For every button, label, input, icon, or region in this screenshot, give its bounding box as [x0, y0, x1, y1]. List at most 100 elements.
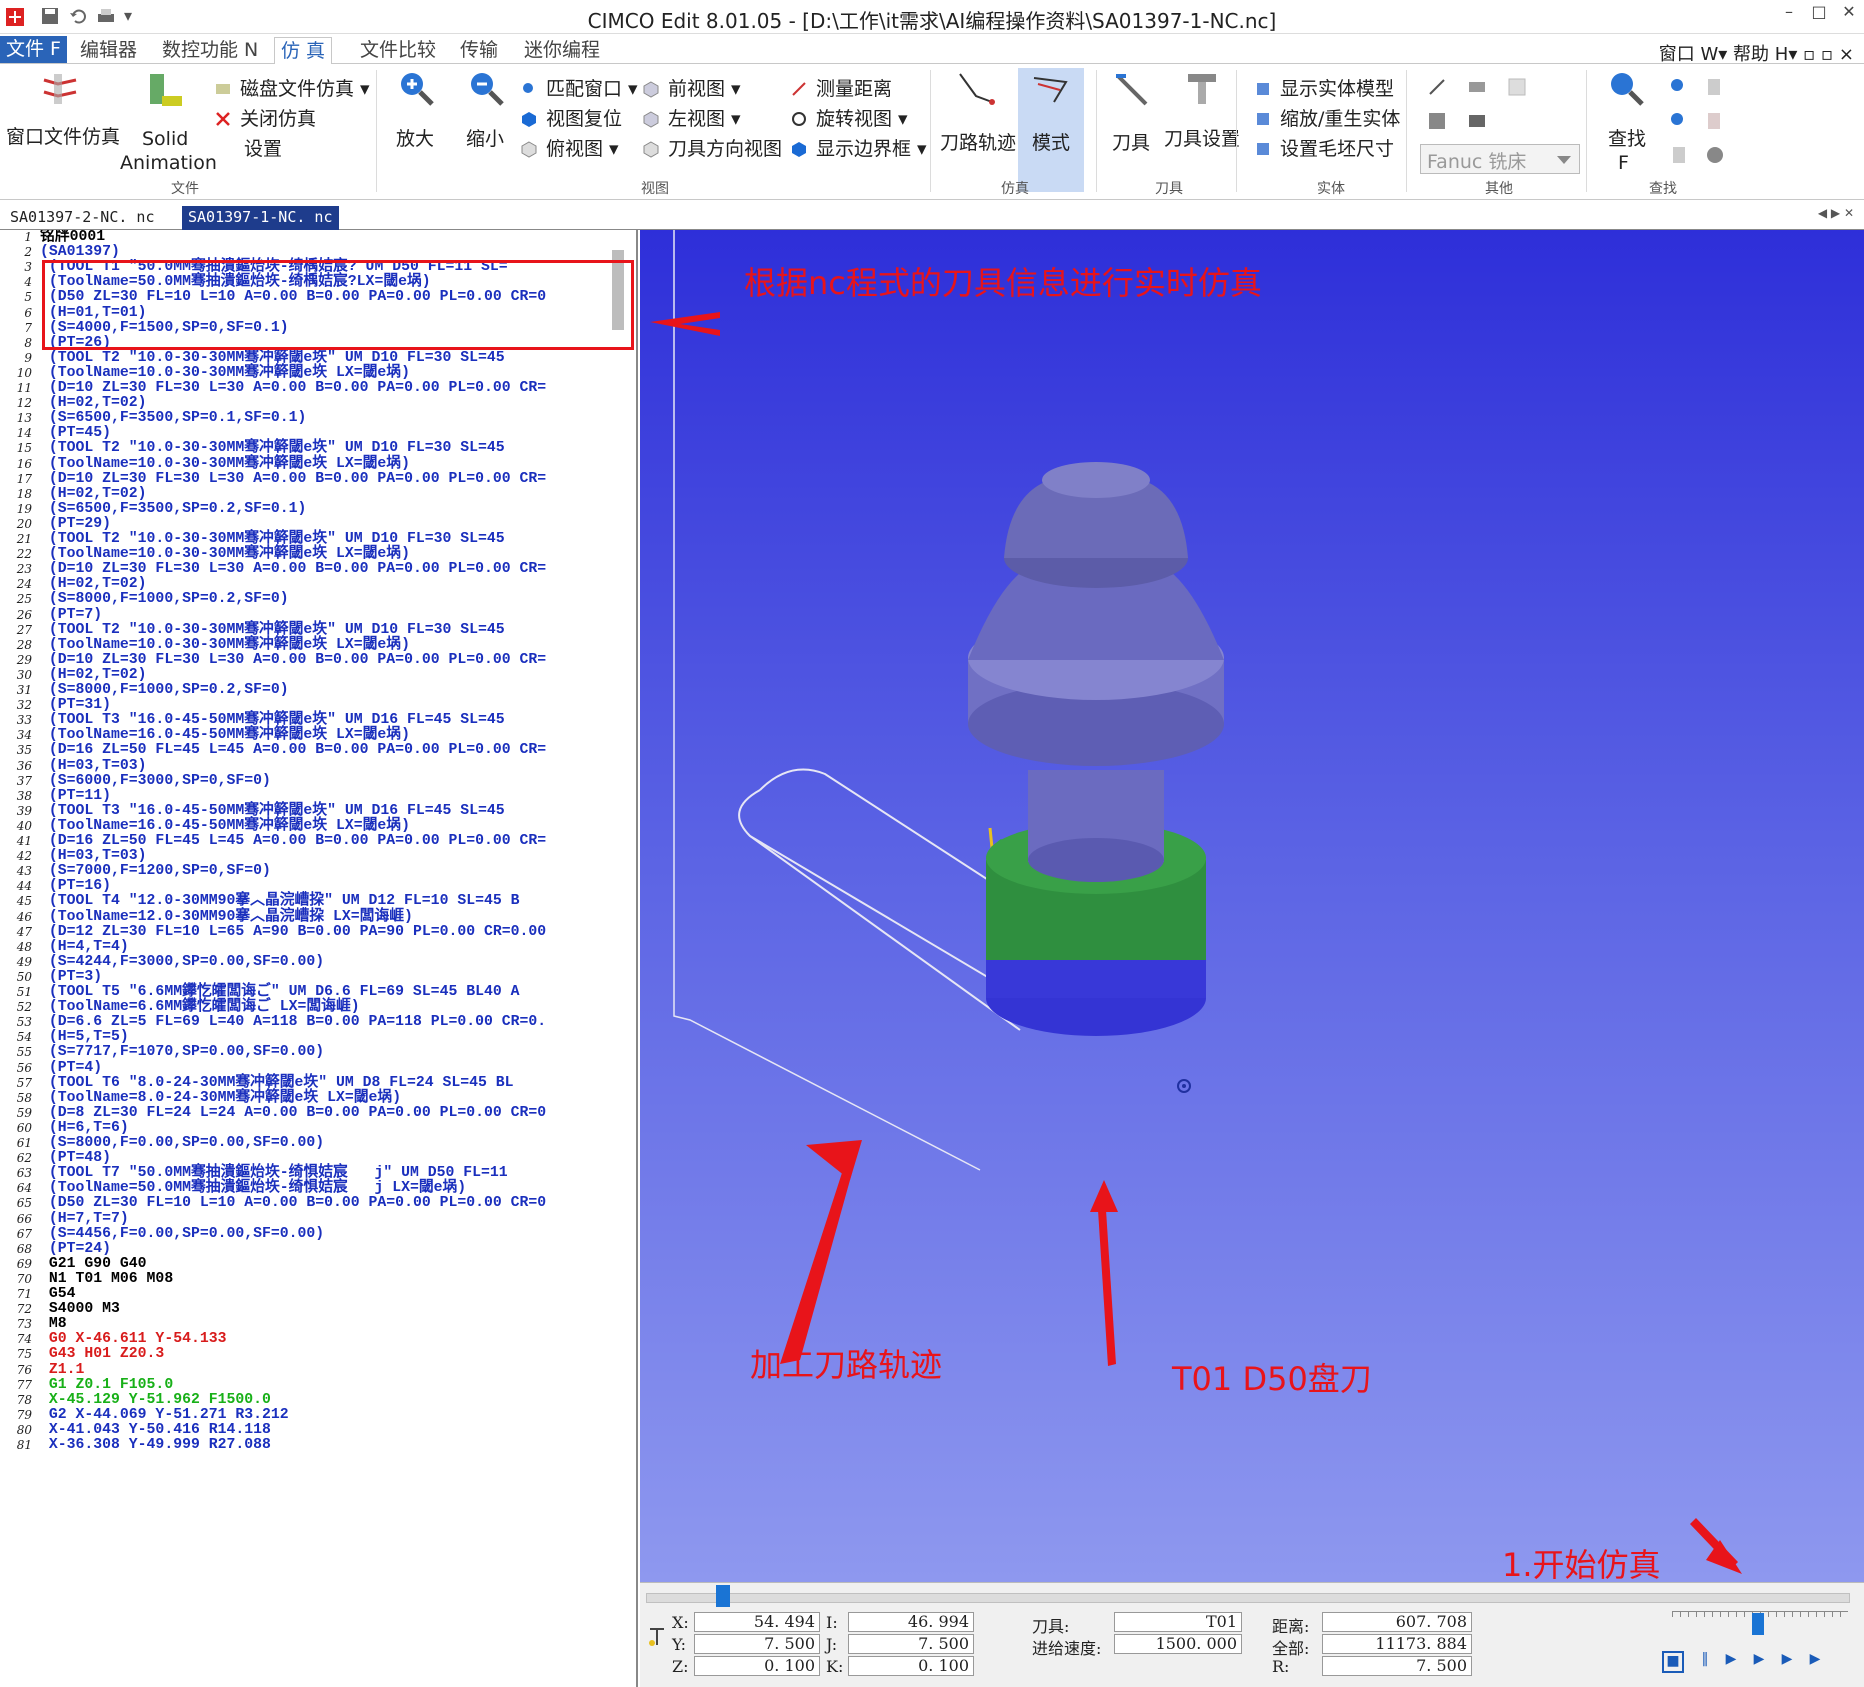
line-number: 30 [16, 667, 32, 682]
timeline-thumb[interactable] [716, 1585, 730, 1607]
line-number: 44 [16, 879, 32, 894]
tool-settings-button[interactable]: 刀具设置 [1164, 128, 1240, 150]
line-number: 1 [24, 230, 32, 244]
settings-button[interactable]: 设置 [214, 134, 282, 161]
tab-transfer[interactable]: 传输 [454, 37, 504, 63]
menu-window-help[interactable]: 窗口 W▾ 帮助 H▾ ▫ ▫ × [1659, 40, 1854, 66]
solid-animation-line2[interactable]: Animation [120, 152, 217, 174]
find-button-line2[interactable]: F [1618, 152, 1629, 174]
front-view-button[interactable]: 前视图 ▾ [642, 74, 741, 101]
speed-slider-thumb[interactable] [1752, 1613, 1764, 1635]
tab-file-compare[interactable]: 文件比较 [354, 37, 442, 63]
i-value: 46. 994 [848, 1612, 974, 1632]
doc-tab-sa01397-1[interactable]: SA01397-1-NC. nc [182, 206, 339, 230]
bookmark-icon[interactable] [1668, 144, 1690, 171]
front-view-label: 前视图 [668, 78, 726, 100]
other-tool-icon-3[interactable] [1506, 76, 1528, 103]
line-number: 50 [16, 969, 32, 984]
other-tool-icon-4[interactable] [1426, 110, 1448, 137]
machine-select[interactable]: Fanuc 铣床 [1420, 144, 1580, 174]
tab-nc-functions[interactable]: 数控功能 N [156, 37, 264, 63]
maximize-button[interactable]: □ [1804, 2, 1834, 28]
line-number: 40 [16, 818, 32, 833]
pause-button[interactable]: ‖ [1694, 1651, 1716, 1673]
fit-window-icon [520, 80, 538, 98]
line-number: 59 [16, 1105, 32, 1120]
tab-file[interactable]: 文件 F [0, 36, 67, 63]
zoom-regen-button[interactable]: 缩放/重生实体 [1254, 104, 1400, 131]
line-number: 37 [16, 773, 32, 788]
zoom-out-button[interactable]: 缩小 [466, 128, 504, 150]
reset-view-button[interactable]: 视图复位 [520, 104, 622, 131]
left-view-label: 左视图 [668, 108, 726, 130]
minimize-button[interactable]: – [1774, 2, 1804, 28]
group-separator [930, 70, 931, 192]
line-number: 60 [16, 1120, 32, 1135]
tab-simulation[interactable]: 仿 真 [274, 37, 333, 66]
show-solid-label: 显示实体模型 [1280, 78, 1395, 100]
line-number: 26 [16, 607, 32, 622]
zoom-in-button[interactable]: 放大 [396, 128, 434, 150]
annotation-tool-info: 根据nc程式的刀具信息进行实时仿真 [744, 264, 1262, 302]
goto-icon[interactable] [1704, 144, 1726, 171]
step-button[interactable]: ▶ [1748, 1651, 1770, 1673]
line-number: 46 [16, 909, 32, 924]
nc-code-editor[interactable]: 1 2 3 4 5 6 7 8 9 10 11 12 13 14 15 16 17 18 19 20 21 22 23 24 2… [0, 230, 638, 1687]
find-opt-icon[interactable] [1704, 76, 1726, 103]
other-tool-icon-2[interactable] [1466, 76, 1488, 103]
line-number: 17 [16, 471, 32, 486]
close-sim-button[interactable]: 关闭仿真 [214, 104, 316, 131]
top-view-label: 俯视图 [546, 138, 604, 160]
tab-mini-programming[interactable]: 迷你编程 [518, 37, 606, 63]
line-number: 21 [16, 532, 32, 546]
other-tool-icon-5[interactable] [1466, 110, 1488, 137]
find-next-icon[interactable] [1668, 76, 1690, 103]
code-line[interactable]: X-36.308 Y-49.999 R27.088 [40, 1436, 271, 1454]
step-end-button[interactable]: ▶ [1804, 1651, 1826, 1673]
line-number: 41 [16, 834, 32, 848]
document-tabs: SA01397-2-NC. nc SA01397-1-NC. nc ◀ ▶ ✕ [0, 200, 1864, 230]
simulation-timeline[interactable] [646, 1593, 1850, 1603]
line-number: 79 [16, 1407, 32, 1422]
line-number: 54 [16, 1030, 32, 1045]
find-button-line1[interactable]: 查找 [1608, 128, 1646, 150]
doc-tab-sa01397-2[interactable]: SA01397-2-NC. nc [4, 206, 161, 230]
play-button[interactable]: ▶ [1720, 1651, 1742, 1673]
left-view-button[interactable]: 左视图 ▾ [642, 104, 741, 131]
measure-icon [790, 80, 808, 98]
line-number: 78 [16, 1392, 32, 1407]
measure-button[interactable]: 测量距离 [790, 74, 892, 101]
set-stock-label: 设置毛坯尺寸 [1280, 138, 1395, 160]
tool-info-highlight-box [42, 260, 634, 350]
fit-window-button[interactable]: 匹配窗口 ▾ [520, 74, 638, 101]
line-number: 62 [16, 1151, 32, 1166]
find-prev-icon[interactable] [1668, 110, 1690, 137]
step-z-button[interactable]: ▶ [1776, 1651, 1798, 1673]
group-label-sim: 仿真 [1001, 181, 1029, 197]
window-sim-button[interactable]: 窗口文件仿真 [6, 126, 120, 148]
top-view-button[interactable]: 俯视图 ▾ [520, 134, 619, 161]
line-number: 7 [24, 320, 32, 335]
group-label-other: 其他 [1485, 181, 1513, 197]
reset-view-label: 视图复位 [546, 108, 623, 130]
replace-icon[interactable] [1704, 110, 1726, 137]
tab-nav-arrows[interactable]: ◀ ▶ ✕ [1818, 206, 1854, 220]
measure-label: 测量距离 [816, 78, 893, 100]
rotate-view-button[interactable]: 旋转视图 ▾ [790, 104, 908, 131]
mode-button[interactable]: 模式 [1032, 132, 1070, 154]
toolpath-button[interactable]: 刀路轨迹 [940, 132, 1016, 154]
other-tool-icon-1[interactable] [1426, 76, 1448, 103]
stop-button[interactable]: ■ [1662, 1651, 1684, 1673]
show-bounds-button[interactable]: 显示边界框 ▾ [790, 134, 927, 161]
line-number: 71 [16, 1287, 32, 1301]
solid-animation-line1[interactable]: Solid [142, 128, 188, 150]
line-number: 19 [16, 501, 32, 516]
simulation-viewport[interactable]: 根据nc程式的刀具信息进行实时仿真 加工刀路轨迹 T01 D50盘刀 1.开始仿… [640, 230, 1864, 1582]
tool-dir-view-button[interactable]: 刀具方向视图 [642, 134, 782, 161]
tool-button[interactable]: 刀具 [1112, 132, 1150, 154]
close-button[interactable]: ✕ [1834, 2, 1864, 28]
show-solid-button[interactable]: 显示实体模型 [1254, 74, 1394, 101]
set-stock-button[interactable]: 设置毛坯尺寸 [1254, 134, 1394, 161]
tab-editor[interactable]: 编辑器 [74, 37, 143, 63]
disk-sim-button[interactable]: 磁盘文件仿真 ▾ [214, 74, 370, 101]
